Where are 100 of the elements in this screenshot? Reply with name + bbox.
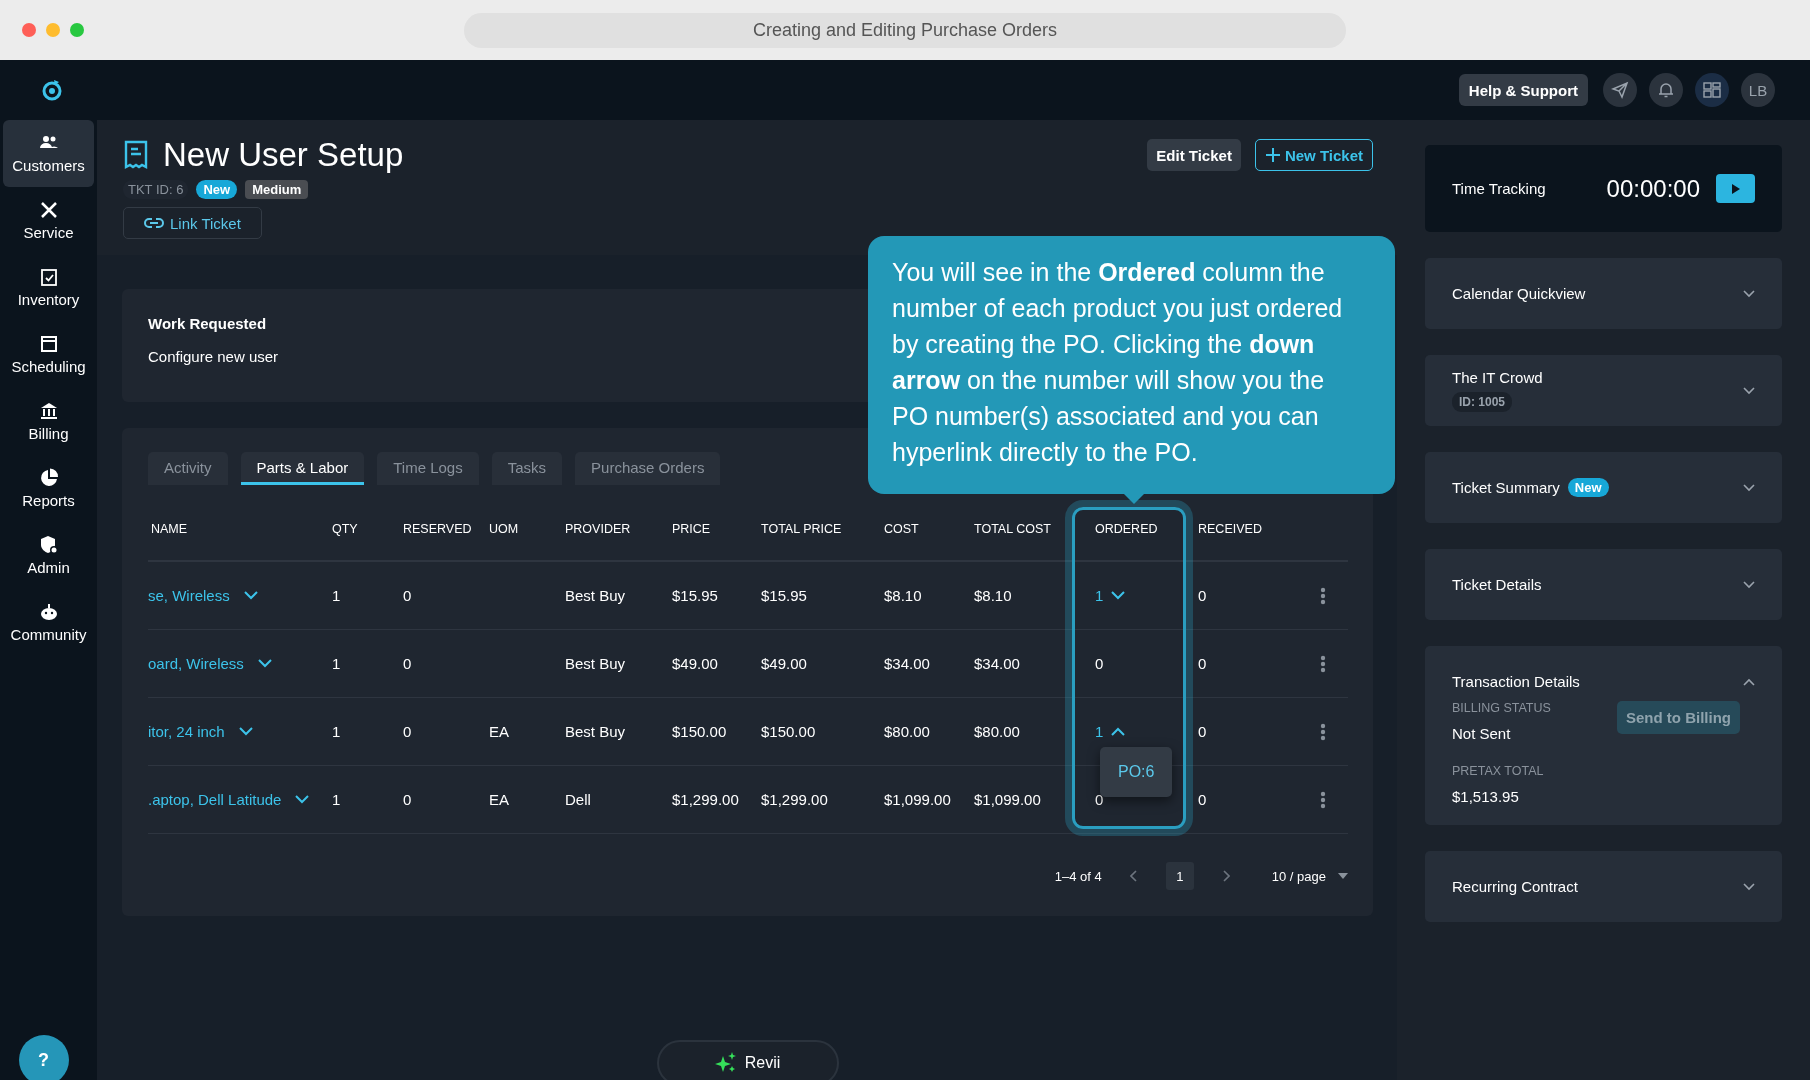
panel-title[interactable]: Ticket Details <box>1452 576 1542 593</box>
chevron-down-icon[interactable] <box>243 591 258 600</box>
new-badge: New <box>1567 478 1609 497</box>
field-value: Not Sent <box>1452 725 1512 742</box>
table-cell: 0 <box>1198 791 1207 808</box>
more-options-icon[interactable] <box>1320 586 1326 605</box>
table-cell: $1,099.00 <box>884 791 951 808</box>
tab[interactable]: Tasks <box>491 452 563 485</box>
more-options-icon[interactable] <box>1320 654 1326 673</box>
panel-title[interactable]: The IT Crowd <box>1452 369 1543 386</box>
sidebar-item[interactable]: Community <box>3 589 94 656</box>
tab[interactable]: Time Logs <box>377 452 479 485</box>
address-bar[interactable]: Creating and Editing Purchase Orders <box>464 12 1346 48</box>
priority-badge: Medium <box>245 180 309 199</box>
ordered-count[interactable]: 1 <box>1095 723 1104 740</box>
next-page-icon[interactable] <box>1221 870 1230 882</box>
product-link[interactable]: .aptop, Dell Latitude <box>148 791 282 808</box>
table-cell: 0 <box>1198 655 1207 672</box>
chevron-down-icon[interactable] <box>295 795 310 804</box>
ordered-count[interactable]: 1 <box>1095 587 1104 604</box>
chevron-down-icon[interactable] <box>1743 580 1755 589</box>
table-cell: Best Buy <box>565 655 626 672</box>
chevron-down-icon[interactable] <box>238 727 253 736</box>
table-cell: $150.00 <box>761 723 816 740</box>
panel-title[interactable]: Ticket Summary <box>1452 479 1560 496</box>
chevron-down-icon[interactable] <box>1743 882 1755 891</box>
caret-down-icon[interactable] <box>1338 873 1348 879</box>
previous-page-icon[interactable] <box>1129 870 1138 882</box>
more-options-icon[interactable] <box>1320 790 1326 809</box>
work-description: Configure new user <box>148 348 280 365</box>
product-link[interactable]: se, Wireless <box>148 587 230 604</box>
table-cell: $8.10 <box>974 587 1012 604</box>
more-options-icon[interactable] <box>1320 722 1326 741</box>
tab[interactable]: Parts & Labor <box>240 452 365 485</box>
window-controls-icon[interactable] <box>21 22 87 38</box>
sparkle-icon <box>714 1052 737 1074</box>
table-cell: 0 <box>403 655 412 672</box>
column-header: COST <box>883 522 920 536</box>
card-title: Time Tracking <box>1452 180 1546 197</box>
chevron-down-icon[interactable] <box>1743 386 1755 395</box>
sidebar-item[interactable]: Scheduling <box>3 321 94 388</box>
product-link[interactable]: itor, 24 inch <box>148 723 225 740</box>
tab[interactable]: Activity <box>148 452 228 485</box>
send-icon[interactable] <box>1603 73 1637 107</box>
chevron-up-icon[interactable] <box>1111 727 1126 736</box>
column-header: ORDERED <box>1094 522 1159 536</box>
table-cell: $1,299.00 <box>672 791 739 808</box>
table-cell: 0 <box>403 791 412 808</box>
column-header: UOM <box>488 522 520 536</box>
pie-chart-icon <box>38 468 59 488</box>
chevron-up-icon[interactable] <box>1743 677 1755 686</box>
table-cell: EA <box>489 791 509 808</box>
link-ticket-button[interactable]: Link Ticket <box>123 207 262 239</box>
panel-title[interactable]: Transaction Details <box>1452 673 1580 690</box>
table-cell: $34.00 <box>884 655 930 672</box>
table-cell: $8.10 <box>884 587 922 604</box>
user-avatar[interactable]: LB <box>1741 73 1775 107</box>
page-button[interactable]: 1 <box>1165 862 1194 890</box>
field-label: PRETAX TOTAL <box>1452 764 1545 778</box>
field-label: BILLING STATUS <box>1452 701 1552 715</box>
chevron-down-icon[interactable] <box>257 659 272 668</box>
column-header: PROVIDER <box>564 522 632 536</box>
product-link[interactable]: oard, Wireless <box>148 655 244 672</box>
table-cell: 1 <box>332 723 341 740</box>
sidebar-item[interactable]: Admin <box>3 522 94 589</box>
sidebar-item[interactable]: Reports <box>3 455 94 522</box>
chevron-down-icon[interactable] <box>1111 591 1126 600</box>
clipboard-icon <box>38 267 59 287</box>
tab[interactable]: Purchase Orders <box>575 452 721 485</box>
sidebar-item[interactable]: Customers <box>3 120 94 187</box>
new-ticket-button[interactable]: New Ticket <box>1254 139 1373 171</box>
sidebar-item[interactable]: Inventory <box>3 254 94 321</box>
chevron-down-icon[interactable] <box>1743 289 1755 298</box>
bell-icon[interactable] <box>1649 73 1683 107</box>
column-header: RECEIVED <box>1197 522 1263 536</box>
dashboard-icon[interactable] <box>1695 73 1729 107</box>
page-size-select[interactable]: 10 / page <box>1271 868 1326 884</box>
help-support-button[interactable]: Help & Support <box>1458 74 1588 106</box>
ticket-id: TKT ID: 6 <box>123 180 189 199</box>
table-cell: Best Buy <box>565 723 626 740</box>
assistant-button[interactable]: Revii <box>656 1040 839 1080</box>
sidebar-item[interactable]: Billing <box>3 388 94 455</box>
po-link[interactable]: PO:6 <box>1118 763 1155 780</box>
table-cell: 0 <box>1198 723 1207 740</box>
table-cell: $34.00 <box>974 655 1020 672</box>
panel-title[interactable]: Calendar Quickview <box>1452 285 1586 302</box>
ordered-count: 0 <box>1095 791 1104 808</box>
table-cell: 1 <box>332 655 341 672</box>
table-cell: 0 <box>403 723 412 740</box>
table-cell: $49.00 <box>672 655 718 672</box>
chevron-down-icon[interactable] <box>1743 483 1755 492</box>
status-badge: New <box>196 180 238 199</box>
table-cell: $15.95 <box>761 587 807 604</box>
edit-ticket-button[interactable]: Edit Ticket <box>1147 139 1241 171</box>
sidebar-item[interactable]: Service <box>3 187 94 254</box>
play-button[interactable] <box>1716 174 1755 203</box>
panel-title[interactable]: Recurring Contract <box>1452 878 1578 895</box>
field-value: $1,513.95 <box>1452 788 1520 805</box>
column-header: TOTAL PRICE <box>760 522 843 536</box>
logo-icon[interactable] <box>40 78 64 102</box>
